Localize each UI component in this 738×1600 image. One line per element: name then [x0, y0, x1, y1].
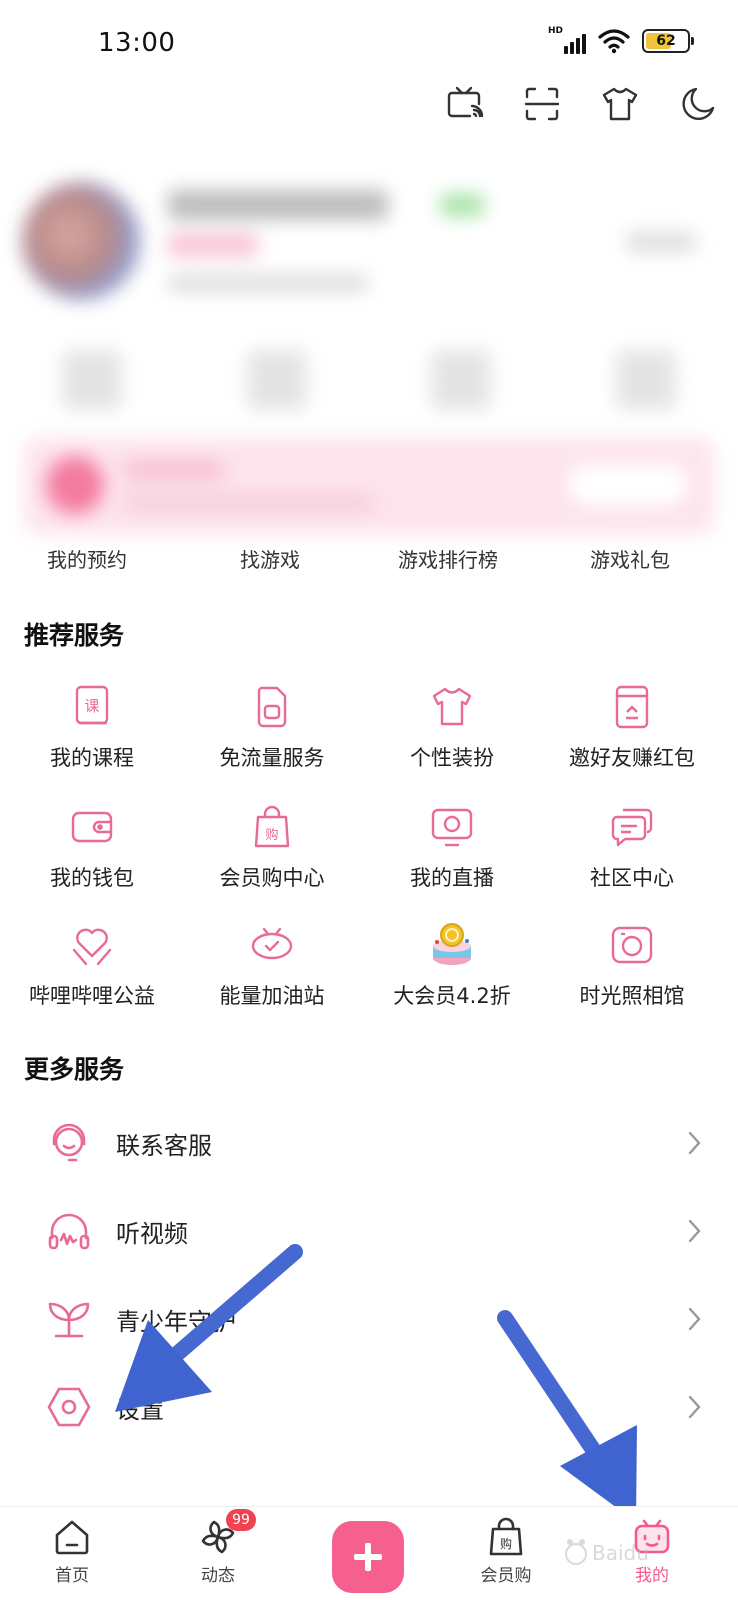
course-book-icon: 课: [75, 685, 109, 725]
headset-icon: [52, 1123, 86, 1162]
game-ranking-link[interactable]: 游戏排行榜: [398, 546, 498, 573]
baidu-watermark: Baidu: [565, 1539, 649, 1565]
list-item-settings[interactable]: 设置: [0, 1364, 738, 1452]
nav-label: 动态: [201, 1566, 235, 1586]
svg-text:课: 课: [84, 697, 99, 715]
chevron-right-icon: [688, 1131, 701, 1155]
wifi-icon: [598, 29, 630, 54]
wallet-icon: [71, 811, 113, 843]
tv-cast-icon[interactable]: [444, 84, 484, 124]
service-my-live[interactable]: 我的直播: [360, 804, 544, 892]
energy-tv-icon: [251, 927, 293, 960]
signal-icon: HD: [548, 26, 586, 56]
nav-dynamic[interactable]: 99 动态: [168, 1509, 268, 1586]
service-label: 能量加油站: [219, 984, 325, 1008]
find-game-link[interactable]: 找游戏: [240, 546, 300, 573]
dynamic-badge: 99: [226, 1509, 256, 1531]
service-free-data[interactable]: 免流量服务: [180, 684, 364, 772]
battery-icon: 62: [642, 29, 694, 53]
list-item-label: 听视频: [116, 1220, 188, 1248]
game-shortcuts-row: 我的预约 找游戏 游戏排行榜 游戏礼包: [0, 546, 738, 576]
svg-text:购: 购: [500, 1536, 512, 1551]
chat-bubbles-icon: [611, 808, 653, 847]
nav-label: 会员购: [480, 1566, 532, 1586]
publish-plus-button[interactable]: [332, 1521, 404, 1593]
tshirt-icon[interactable]: [600, 84, 640, 124]
nav-label: 首页: [55, 1566, 89, 1586]
settings-hexagon-icon: [47, 1387, 91, 1427]
service-personal-decor[interactable]: 个性装扮: [360, 684, 544, 772]
service-label: 我的课程: [50, 746, 134, 770]
headphones-icon: [48, 1213, 90, 1250]
svg-text:购: 购: [265, 827, 278, 843]
service-label: 大会员4.2折: [393, 984, 511, 1008]
nav-home[interactable]: 首页: [22, 1517, 122, 1586]
home-icon: [55, 1520, 89, 1555]
service-label: 会员购中心: [219, 866, 325, 890]
service-member-shop[interactable]: 购 会员购中心: [180, 804, 364, 892]
service-bilibili-charity[interactable]: 哔哩哔哩公益: [0, 922, 184, 1010]
status-bar: 13:00 HD 62: [0, 0, 738, 88]
recommended-services-title: 推荐服务: [24, 621, 125, 650]
list-item-teen-guard[interactable]: 青少年守护: [0, 1276, 738, 1364]
service-label: 个性装扮: [410, 746, 494, 770]
service-vip-discount[interactable]: 大会员4.2折: [360, 922, 544, 1010]
service-my-wallet[interactable]: 我的钱包: [0, 804, 184, 892]
shopping-bag-icon: 购: [254, 805, 290, 848]
game-gift-link[interactable]: 游戏礼包: [590, 546, 670, 573]
service-label: 哔哩哔哩公益: [29, 984, 155, 1008]
service-invite-friends[interactable]: 邀好友赚红包: [540, 684, 724, 772]
service-label: 时光照相馆: [579, 984, 685, 1008]
red-envelope-icon: [615, 685, 649, 729]
list-item-label: 联系客服: [116, 1132, 212, 1160]
shopping-bag-icon: 购: [489, 1517, 523, 1556]
list-item-label: 青少年守护: [116, 1308, 236, 1336]
chevron-right-icon: [688, 1395, 701, 1419]
battery-level: 62: [656, 33, 676, 49]
sprout-icon: [48, 1302, 90, 1338]
svg-text:Baidu: Baidu: [592, 1541, 649, 1565]
tshirt-icon: [432, 687, 472, 726]
service-community-center[interactable]: 社区中心: [540, 804, 724, 892]
heart-hands-icon: [72, 928, 112, 966]
list-item-label: 设置: [116, 1396, 164, 1424]
service-label: 社区中心: [590, 866, 674, 890]
status-indicators: HD 62: [548, 26, 694, 56]
moon-icon[interactable]: [678, 84, 718, 124]
chevron-right-icon: [688, 1307, 701, 1331]
service-photo-studio[interactable]: 时光照相馆: [540, 922, 724, 1010]
more-services-title: 更多服务: [24, 1055, 125, 1084]
service-label: 我的钱包: [50, 866, 134, 890]
camera-icon: [611, 926, 653, 964]
nav-member-shop[interactable]: 购 会员购: [456, 1517, 556, 1586]
sim-card-icon: [257, 686, 287, 728]
my-reservation-link[interactable]: 我的预约: [47, 546, 127, 573]
service-energy-station[interactable]: 能量加油站: [180, 922, 364, 1010]
list-item-listen-video[interactable]: 听视频: [0, 1188, 738, 1276]
avatar[interactable]: [22, 182, 140, 300]
service-label: 我的直播: [410, 866, 494, 890]
profile-header-blurred: [0, 170, 738, 550]
top-toolbar: [444, 84, 718, 124]
scan-icon[interactable]: [522, 84, 562, 124]
service-label: 邀好友赚红包: [569, 746, 695, 770]
service-my-course[interactable]: 课 我的课程: [0, 684, 184, 772]
list-item-contact-service[interactable]: 联系客服: [0, 1100, 738, 1188]
live-tv-icon: [431, 808, 473, 847]
service-label: 免流量服务: [219, 746, 325, 770]
cake-coin-icon: [433, 923, 471, 965]
status-time: 13:00: [98, 28, 176, 58]
chevron-right-icon: [688, 1219, 701, 1243]
